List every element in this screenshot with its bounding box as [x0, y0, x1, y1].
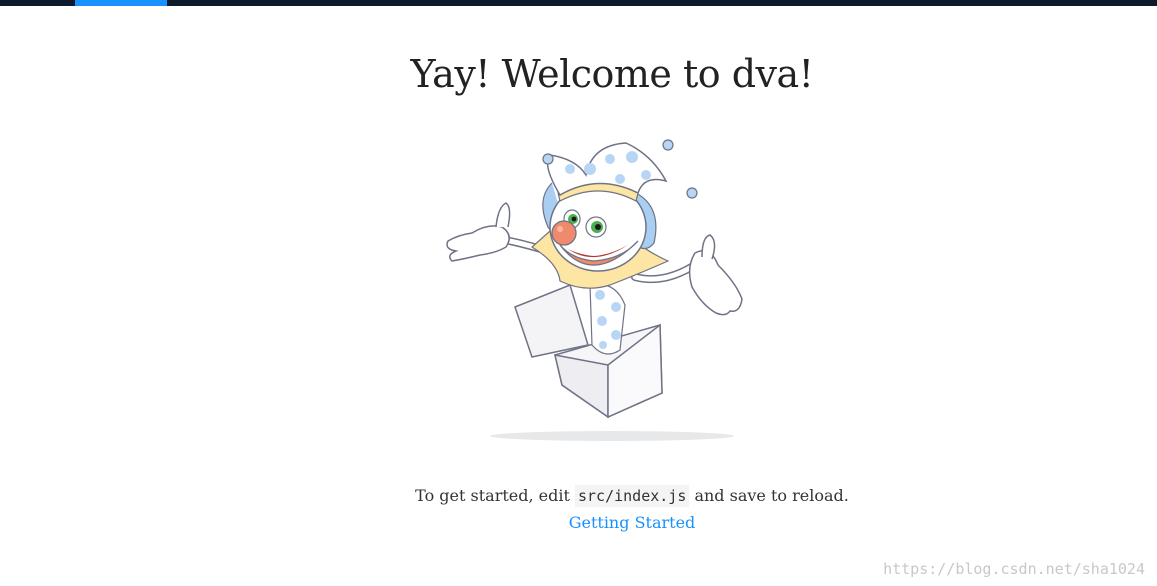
intro-text-after: and save to reload.: [689, 486, 849, 505]
page-title: Yay! Welcome to dva!: [410, 52, 814, 96]
getting-started-instructions: To get started, edit src/index.js and sa…: [0, 485, 1157, 507]
watermark-text: https://blog.csdn.net/sha1024: [883, 560, 1145, 578]
jack-in-the-box-clown-icon: [446, 139, 743, 441]
active-tab-indicator[interactable]: [75, 0, 167, 6]
intro-text-before: To get started, edit: [415, 486, 575, 505]
getting-started-link[interactable]: Getting Started: [0, 513, 1157, 532]
file-path-code: src/index.js: [575, 485, 690, 507]
top-navigation-bar: [0, 0, 1157, 6]
